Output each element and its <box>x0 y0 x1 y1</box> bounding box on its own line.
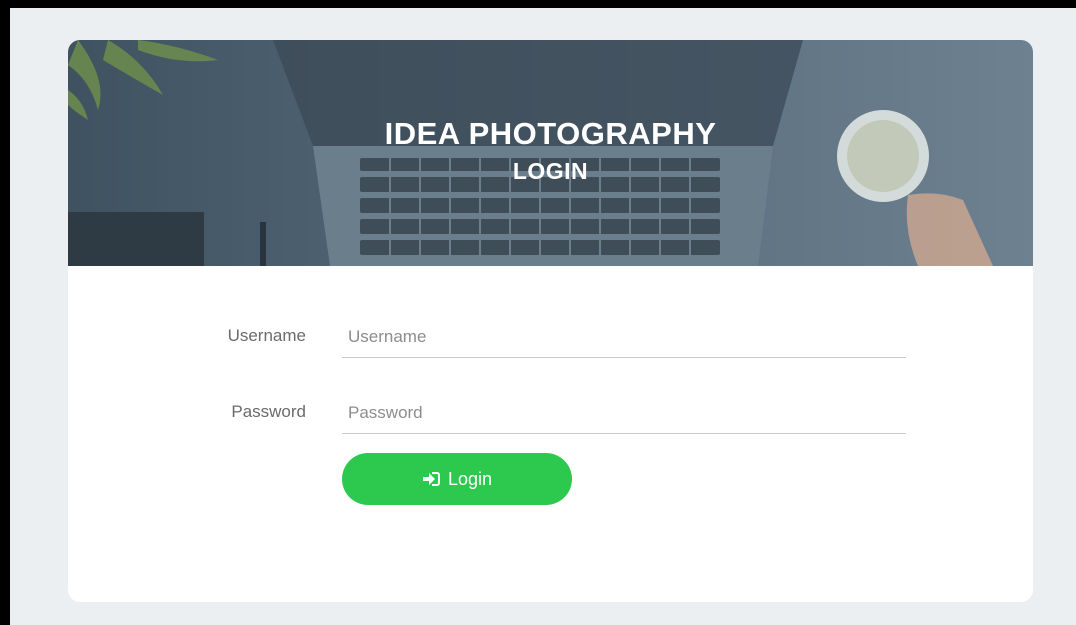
password-label: Password <box>231 402 306 421</box>
site-title: IDEA PHOTOGRAPHY <box>384 116 717 151</box>
desk-photo-image <box>68 40 993 266</box>
page-background: IDEA PHOTOGRAPHY LOGIN Username Password… <box>10 8 1076 625</box>
login-card: IDEA PHOTOGRAPHY LOGIN Username Password… <box>68 40 1033 602</box>
login-button[interactable]: Login <box>342 453 572 505</box>
header-banner: IDEA PHOTOGRAPHY LOGIN <box>68 40 1033 266</box>
login-button-label: Login <box>447 468 493 489</box>
sign-in-icon <box>422 471 440 487</box>
page-title: LOGIN <box>512 158 589 184</box>
username-input[interactable] <box>342 316 906 358</box>
password-input[interactable] <box>342 392 906 434</box>
username-label: Username <box>227 326 306 345</box>
